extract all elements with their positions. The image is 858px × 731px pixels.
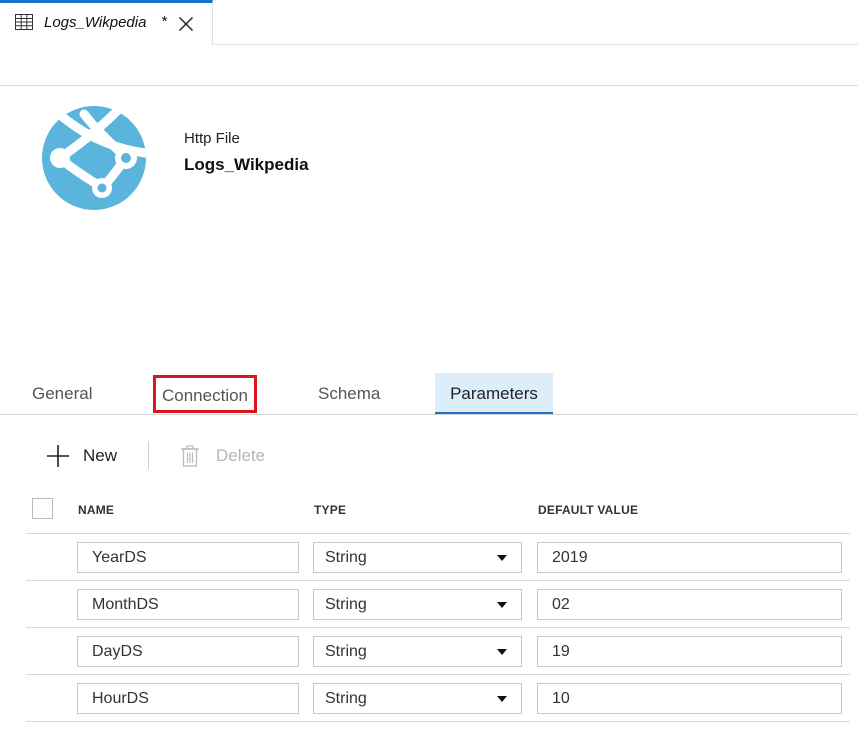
- column-header-type: TYPE: [314, 503, 347, 517]
- parameter-default-value-input[interactable]: [537, 542, 842, 573]
- tab-parameters[interactable]: Parameters: [435, 373, 553, 414]
- property-tabs: General Connection Schema Parameters: [0, 373, 858, 415]
- tab-general[interactable]: General: [32, 373, 92, 414]
- table-row: String: [26, 534, 850, 581]
- table-row: String: [26, 675, 850, 722]
- parameter-type-dropdown[interactable]: String: [313, 636, 522, 667]
- new-button-label: New: [83, 446, 118, 465]
- parameter-name-input[interactable]: [77, 636, 299, 667]
- table-row: String: [26, 581, 850, 628]
- select-all-checkbox[interactable]: [32, 498, 53, 519]
- column-header-default-value: DEFAULT VALUE: [538, 503, 639, 517]
- parameter-type-value: String: [325, 596, 367, 613]
- dataset-name: Logs_Wikpedia: [184, 155, 309, 174]
- trash-icon: [181, 445, 199, 467]
- parameter-default-value-input[interactable]: [537, 636, 842, 667]
- table-icon: [15, 14, 33, 30]
- delete-parameter-button[interactable]: Delete: [180, 441, 265, 471]
- toolbar-divider-line: [0, 85, 858, 86]
- new-parameter-button[interactable]: New: [44, 441, 117, 471]
- unsaved-indicator: *: [161, 13, 167, 30]
- parameter-default-value-input[interactable]: [537, 683, 842, 714]
- document-tab[interactable]: Logs_Wikpedia *: [0, 0, 213, 45]
- http-linked-service-icon: [42, 106, 146, 210]
- parameter-type-value: String: [325, 643, 367, 660]
- parameter-name-input[interactable]: [77, 683, 299, 714]
- parameters-grid-header: NAME TYPE DEFAULT VALUE: [26, 490, 850, 534]
- dataset-type-label: Http File: [184, 130, 240, 147]
- chevron-down-icon: [497, 602, 507, 608]
- parameter-default-value-input[interactable]: [537, 589, 842, 620]
- tab-connection[interactable]: Connection: [153, 375, 258, 413]
- parameters-toolbar: New Delete: [0, 435, 858, 477]
- document-tab-title: Logs_Wikpedia: [44, 14, 147, 31]
- parameter-type-value: String: [325, 690, 367, 707]
- column-header-name: NAME: [78, 503, 115, 517]
- table-row: String: [26, 628, 850, 675]
- plus-icon: [47, 445, 69, 467]
- chevron-down-icon: [497, 696, 507, 702]
- parameter-type-dropdown[interactable]: String: [313, 589, 522, 620]
- parameter-type-value: String: [325, 549, 367, 566]
- toolbar-separator: [148, 441, 149, 469]
- parameter-type-dropdown[interactable]: String: [313, 542, 522, 573]
- delete-button-label: Delete: [216, 446, 266, 465]
- parameter-type-dropdown[interactable]: String: [313, 683, 522, 714]
- parameter-name-input[interactable]: [77, 542, 299, 573]
- chevron-down-icon: [497, 555, 507, 561]
- parameter-name-input[interactable]: [77, 589, 299, 620]
- chevron-down-icon: [497, 649, 507, 655]
- tab-schema[interactable]: Schema: [318, 373, 380, 414]
- close-icon[interactable]: [178, 16, 194, 32]
- document-tab-strip: Logs_Wikpedia *: [0, 0, 858, 45]
